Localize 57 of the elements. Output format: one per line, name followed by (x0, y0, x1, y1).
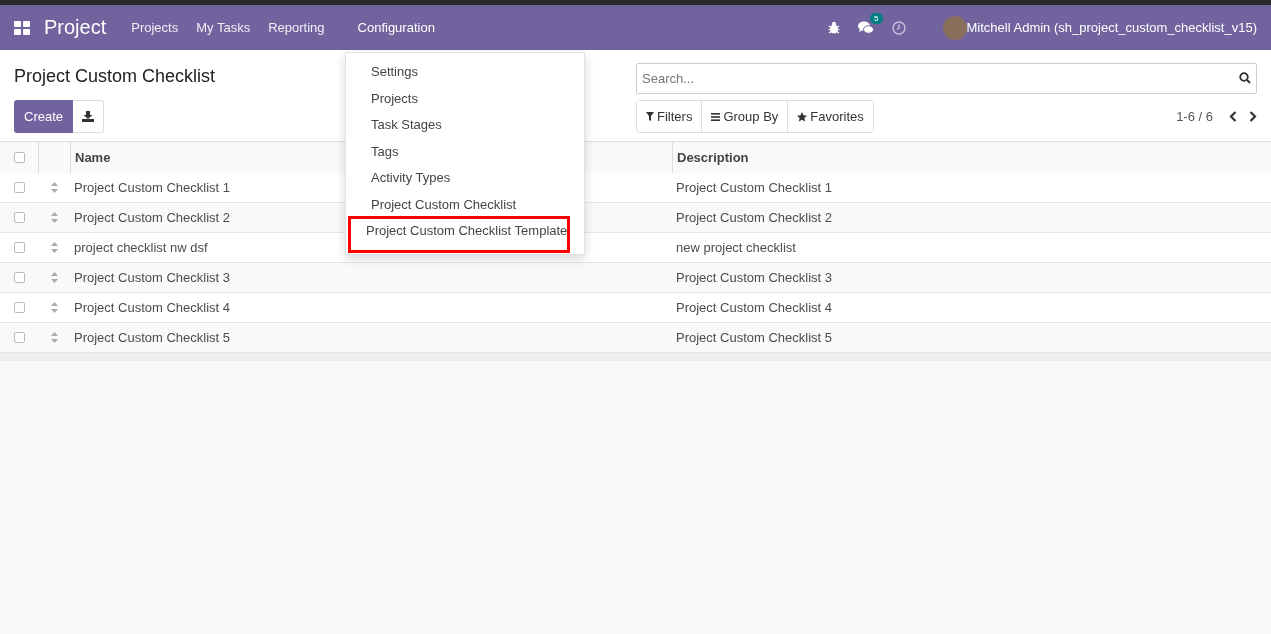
list-icon (711, 112, 721, 121)
row-checkbox[interactable] (13, 182, 25, 193)
pager-value[interactable]: 1-6 / 6 (1176, 109, 1213, 124)
row-checkbox[interactable] (13, 302, 25, 313)
table-cell: Project Custom Checklist 5 (74, 330, 231, 345)
menu-item[interactable]: Projects (351, 85, 568, 113)
table-cell: Project Custom Checklist 2 (676, 210, 833, 225)
table-cell: Project Custom Checklist 2 (74, 210, 231, 225)
row-checkbox[interactable] (13, 212, 25, 223)
filter-dropdown-button[interactable]: Favorites (787, 101, 873, 132)
row-checkbox[interactable] (13, 272, 25, 283)
search-field[interactable]: Search... (636, 63, 1257, 94)
app-title[interactable]: Project (44, 16, 107, 39)
row-checkbox[interactable] (13, 242, 25, 253)
table-cell: Project Custom Checklist 5 (676, 330, 833, 345)
table-cell: Project Custom Checklist 3 (676, 270, 833, 285)
drag-handle-icon[interactable] (50, 212, 58, 223)
chevron-left-icon[interactable] (1229, 111, 1237, 122)
star-icon (797, 111, 808, 122)
table-cell: Project Custom Checklist 1 (74, 180, 231, 195)
table-cell: Project Custom Checklist 1 (676, 180, 833, 195)
drag-handle-icon[interactable] (50, 182, 58, 193)
drag-handle-icon[interactable] (50, 242, 58, 253)
menu-item[interactable]: Project Custom Checklist (351, 191, 568, 219)
download-button[interactable] (73, 100, 105, 133)
bug-icon[interactable] (827, 21, 840, 34)
clock-icon[interactable] (891, 20, 906, 35)
table-cell: new project checklist (676, 240, 796, 255)
table-cell: Project Custom Checklist 4 (676, 300, 833, 315)
message-count-badge: 5 (870, 12, 883, 24)
create-button[interactable]: Create (14, 100, 74, 133)
drag-handle-icon[interactable] (50, 272, 58, 283)
table-cell: project checklist nw dsf (74, 240, 208, 255)
menu-item[interactable]: Project Custom Checklist Template (351, 218, 567, 250)
select-all-checkbox[interactable] (13, 152, 25, 163)
drag-handle-icon[interactable] (50, 332, 58, 343)
download-icon (82, 111, 95, 122)
apps-menu-icon[interactable] (14, 19, 30, 36)
menu-item[interactable]: Projects (122, 5, 188, 50)
user-name[interactable]: Mitchell Admin (sh_project_custom_checklist_v15) (966, 20, 1257, 35)
menu-item[interactable]: My Tasks (187, 5, 260, 50)
chevron-right-icon[interactable] (1249, 111, 1257, 122)
table-cell: Project Custom Checklist 4 (74, 300, 231, 315)
row-checkbox[interactable] (13, 332, 25, 343)
menu-item[interactable]: Task Stages (351, 112, 568, 139)
filter-icon (646, 112, 654, 121)
menu-item[interactable]: Settings (351, 59, 568, 86)
table-cell: Project Custom Checklist 3 (74, 270, 231, 285)
menu-item[interactable]: Activity Types (351, 165, 568, 192)
chat-icon[interactable] (857, 20, 874, 35)
column-header[interactable]: Name (75, 150, 111, 165)
menu-item[interactable]: Tags (351, 138, 568, 166)
column-header[interactable]: Description (677, 150, 749, 165)
page-title: Project Custom Checklist (14, 66, 216, 88)
menu-item[interactable]: Reporting (259, 5, 334, 50)
drag-handle-icon[interactable] (50, 302, 58, 313)
search-icon[interactable] (1239, 72, 1251, 84)
